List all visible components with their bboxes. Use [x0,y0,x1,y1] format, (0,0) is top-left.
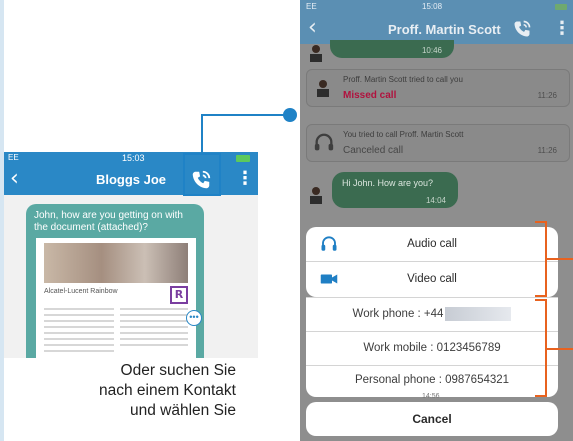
background-time: 14:56 [422,393,440,400]
audio-call-option[interactable]: Audio call [306,227,558,261]
doc-text-line [120,308,188,310]
doc-text-line [44,308,114,310]
headset-icon [321,236,337,251]
status-bar: EE 15:08 [300,0,573,14]
event-text: Proff. Martin Scott tried to call you [343,75,463,84]
doc-text-line [120,326,188,328]
caption-text: Oder suchen Sie nach einem Kontakt und w… [0,361,236,421]
phone-call-icon[interactable] [512,19,532,39]
connector-line [201,114,289,116]
cancel-button[interactable]: Cancel [306,402,558,436]
conversation-title: Proff. Martin Scott [388,22,501,37]
battery-icon [236,155,250,162]
canceled-call-event: You tried to call Proff. Martin Scott Ca… [306,124,570,162]
redacted-number [445,306,512,321]
status-time: 15:08 [422,2,443,11]
doc-text-line [44,314,114,316]
event-time: 11:26 [537,91,557,100]
message-card: John, how are you getting on with the do… [26,204,204,358]
caption-line: nach einem Kontakt [98,382,236,399]
kebab-menu-icon[interactable]: ⋮ [236,168,254,189]
call-button-highlight [183,153,221,196]
annotation-tick [547,348,573,350]
doc-text-line [44,320,114,322]
phone-number-options: Work phone : +44 Work mobile : 012345678… [306,297,558,397]
caption-line: Oder suchen Sie [120,362,236,379]
personal-phone-option[interactable]: Personal phone : 0987654321 [306,363,558,397]
kebab-menu-icon[interactable]: ⋮ [553,18,571,39]
video-camera-icon [320,274,338,284]
doc-text-line [44,338,114,340]
call-type-options: Audio call Video call [306,227,558,297]
ellipsis-icon[interactable]: ••• [186,310,202,326]
status-carrier: EE [8,153,19,162]
document-photo [44,243,188,283]
message-text: Hi John. How are you? [342,178,434,188]
card-message: John, how are you getting on with the do… [34,210,183,233]
avatar [310,187,322,204]
work-phone-label: Work phone : +44 [352,308,444,320]
avatar [310,45,322,62]
work-mobile-label: Work mobile : 0123456789 [363,342,501,354]
doc-text-line [44,326,114,328]
doc-text-line [120,332,188,334]
event-time: 11:26 [537,146,557,155]
rainbow-logo-icon: R [170,286,188,304]
doc-text-line [120,314,188,316]
message-time: 10:46 [421,46,442,55]
annotation-bracket [535,221,547,297]
video-call-option[interactable]: Video call [306,262,558,296]
doc-text-line [44,332,114,334]
event-status: Missed call [343,90,397,101]
event-status: Canceled call [343,145,404,156]
video-call-label: Video call [407,273,457,285]
chevron-left-icon[interactable]: ‹ [308,15,317,41]
doc-text-line [120,338,188,340]
audio-call-label: Audio call [407,238,457,250]
message-bubble: Hi John. How are you? 14:04 [332,172,458,208]
avatar [317,80,329,97]
message-time: 14:04 [425,196,446,205]
document-preview[interactable]: Alcatel-Lucent Rainbow R [36,238,196,358]
doc-text-line [44,350,114,352]
message-bubble: 10:46 [330,40,454,58]
status-carrier: EE [306,2,317,11]
headset-icon [314,133,334,151]
connector-dot [283,108,297,122]
annotation-tick [547,258,573,260]
doc-text-line [120,320,188,322]
battery-icon [555,4,567,10]
doc-text-line [44,344,114,346]
status-time: 15:03 [122,153,145,163]
missed-call-event: Proff. Martin Scott tried to call you Mi… [306,69,570,107]
connector-line [201,114,203,154]
work-phone-option[interactable]: Work phone : +44 [306,297,558,331]
work-mobile-option[interactable]: Work mobile : 0123456789 [306,331,558,365]
event-text: You tried to call Proff. Martin Scott [343,130,464,139]
doc-text-line [120,344,188,346]
document-title: Alcatel-Lucent Rainbow [44,288,118,295]
caption-line: und wählen Sie [130,402,236,419]
annotation-bracket [535,299,547,397]
right-phone-screenshot: EE 15:08 ‹ Proff. Martin Scott ⋮ 10:46 P… [300,0,573,441]
personal-phone-label: Personal phone : 0987654321 [354,374,510,386]
